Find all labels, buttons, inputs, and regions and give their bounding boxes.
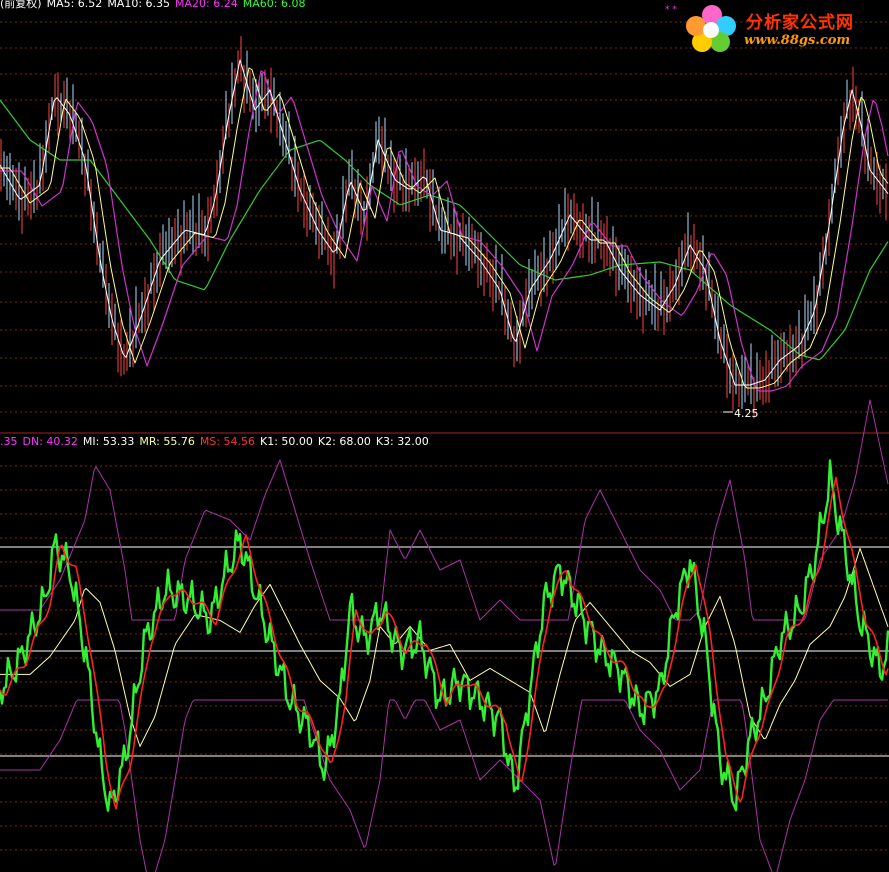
indicator-legend-item-7: K3: 32.00 — [375, 435, 429, 448]
flower-icon — [686, 5, 736, 52]
indicator-legend-item-6: K2: 68.00 — [317, 435, 371, 448]
low-price-label: 4.25 — [734, 407, 759, 420]
indicator-panel-legend: .35 DN: 40.32 MI: 53.33 MR: 55.76 MS: 54.56 K… — [0, 435, 434, 449]
price-legend-item-3: MA20: 6.24 — [175, 0, 238, 10]
indicator-legend-item-1: DN: 40.32 — [22, 435, 78, 448]
oscillator-signal-line — [0, 476, 889, 810]
indicator-legend-item-4: MS: 54.56 — [199, 435, 256, 448]
logo-brand-url: www.88gs.com — [744, 33, 851, 48]
logo-stars: * * — [665, 5, 677, 15]
oscillator-main-line — [0, 459, 889, 812]
indicator-legend-item-2: MI: 53.33 — [82, 435, 135, 448]
indicator-legend-item-0: .35 — [0, 435, 18, 448]
price-legend-item-2: MA10: 6.35 — [107, 0, 171, 10]
watermark-logo: * * 分析家公式网 www.88gs.com — [664, 2, 889, 56]
stock-chart-window: (前复权) MA5: 6.52 MA10: 6.35 MA20: 6.24 MA60: … — [0, 0, 889, 872]
indicator-legend-item-3: MR: 55.76 — [139, 435, 195, 448]
price-legend-item-0: (前复权) — [0, 0, 42, 10]
logo-brand-name: 分析家公式网 — [746, 13, 854, 33]
price-legend-item-1: MA5: 6.52 — [46, 0, 103, 10]
indicator-legend-item-5: K1: 50.00 — [260, 435, 313, 448]
price-panel-legend: (前复权) MA5: 6.52 MA10: 6.35 MA20: 6.24 MA60: … — [0, 0, 310, 11]
price-legend-item-4: MA60: 6.08 — [242, 0, 306, 10]
